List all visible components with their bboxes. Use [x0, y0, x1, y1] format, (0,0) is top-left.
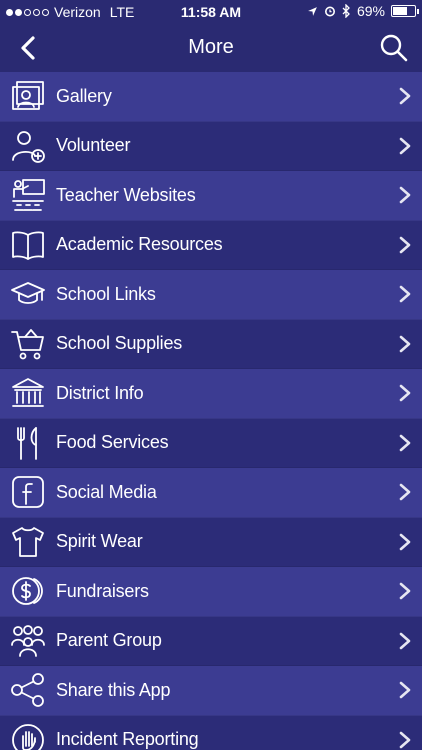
chevron-right-icon	[388, 482, 422, 502]
location-arrow-icon	[308, 6, 317, 16]
menu-item-label: Incident Reporting	[56, 729, 199, 750]
teacher-icon	[0, 171, 56, 220]
menu-item-label: Volunteer	[56, 135, 131, 156]
menu-item-label: Teacher Websites	[56, 184, 196, 205]
page-title: More	[188, 36, 234, 58]
menu-item-parent-group[interactable]: Parent Group	[0, 616, 422, 666]
menu-item-label: Academic Resources	[56, 234, 223, 255]
book-icon	[0, 220, 56, 269]
alarm-icon	[324, 6, 335, 17]
search-icon	[380, 34, 408, 62]
cart-icon	[0, 319, 56, 368]
facebook-icon	[0, 468, 56, 517]
menu-item-social-media[interactable]: Social Media	[0, 468, 422, 518]
menu-item-spirit-wear[interactable]: Spirit Wear	[0, 517, 422, 567]
search-button[interactable]	[378, 32, 410, 64]
chevron-right-icon	[388, 185, 422, 205]
menu-item-label: Spirit Wear	[56, 531, 143, 552]
menu-item-volunteer[interactable]: Volunteer	[0, 121, 422, 171]
menu-item-label: Food Services	[56, 432, 169, 453]
menu-item-label: School Supplies	[56, 333, 183, 354]
chevron-right-icon	[388, 730, 422, 750]
menu-item-incident-reporting[interactable]: Incident Reporting	[0, 715, 422, 750]
menu-item-share-this-app[interactable]: Share this App	[0, 666, 422, 716]
menu-list: Gallery Volunteer Teacher Websites Academic…	[0, 72, 422, 750]
menu-item-gallery[interactable]: Gallery	[0, 72, 422, 122]
menu-item-district-info[interactable]: District Info	[0, 369, 422, 419]
menu-item-teacher-websites[interactable]: Teacher Websites	[0, 171, 422, 221]
menu-item-food-services[interactable]: Food Services	[0, 418, 422, 468]
graduation-cap-icon	[0, 270, 56, 319]
menu-item-label: Social Media	[56, 481, 157, 502]
menu-item-academic-resources[interactable]: Academic Resources	[0, 220, 422, 270]
bluetooth-icon	[342, 4, 350, 18]
menu-item-label: Parent Group	[56, 630, 162, 651]
nav-bar: More	[0, 26, 422, 72]
status-bar: Verizon LTE 11:58 AM 69%	[0, 0, 422, 26]
dollar-coin-icon	[0, 567, 56, 616]
battery-percent: 69%	[356, 3, 385, 19]
chevron-right-icon	[388, 532, 422, 552]
menu-item-fundraisers[interactable]: Fundraisers	[0, 567, 422, 617]
menu-item-label: Fundraisers	[56, 580, 149, 601]
chevron-right-icon	[388, 383, 422, 403]
fork-knife-icon	[0, 418, 56, 467]
chevron-right-icon	[388, 631, 422, 651]
chevron-right-icon	[388, 136, 422, 156]
chevron-right-icon	[388, 235, 422, 255]
chevron-right-icon	[388, 433, 422, 453]
chevron-right-icon	[388, 680, 422, 700]
menu-item-label: Gallery	[56, 85, 112, 106]
group-icon	[0, 616, 56, 665]
tshirt-icon	[0, 517, 56, 566]
share-icon	[0, 666, 56, 715]
menu-item-label: Share this App	[56, 679, 171, 700]
menu-item-label: District Info	[56, 382, 144, 403]
status-right: 69%	[307, 3, 419, 19]
chevron-right-icon	[388, 284, 422, 304]
gallery-icon	[0, 72, 56, 121]
chevron-right-icon	[388, 86, 422, 106]
chevron-right-icon	[388, 334, 422, 354]
menu-item-label: School Links	[56, 283, 156, 304]
menu-item-school-supplies[interactable]: School Supplies	[0, 319, 422, 369]
add-person-icon	[0, 121, 56, 170]
menu-item-school-links[interactable]: School Links	[0, 270, 422, 320]
battery-icon	[391, 5, 419, 17]
chevron-right-icon	[388, 581, 422, 601]
building-icon	[0, 369, 56, 418]
hand-icon	[0, 715, 56, 750]
